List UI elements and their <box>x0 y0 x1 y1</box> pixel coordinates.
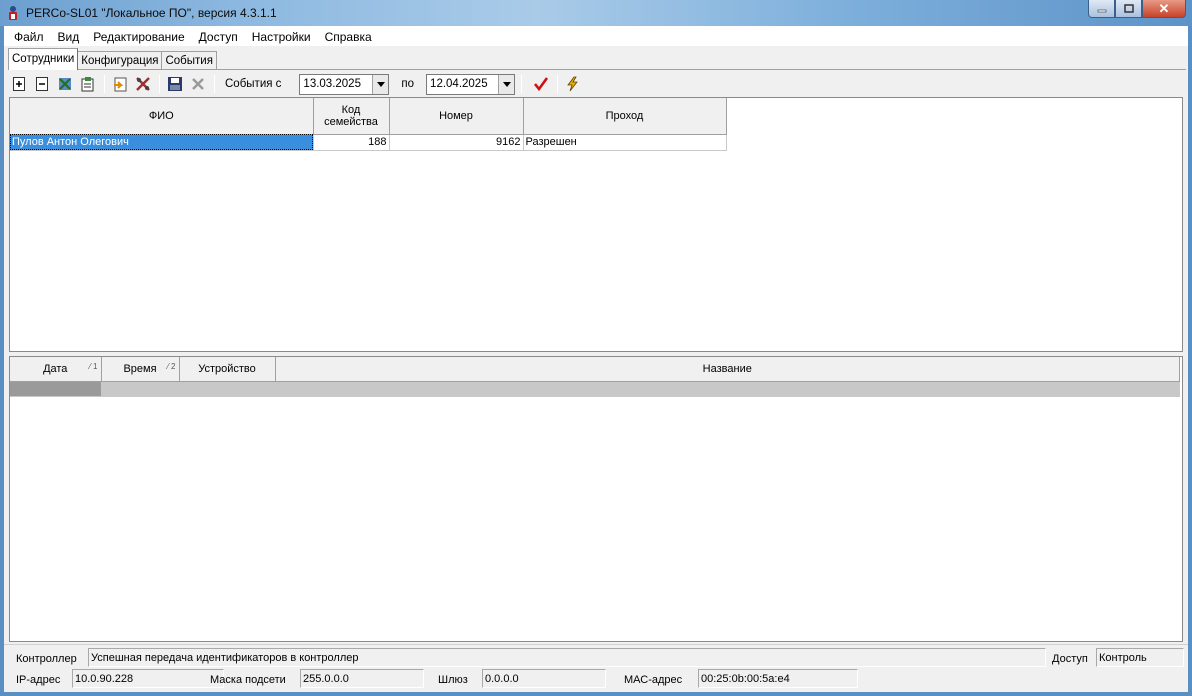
toolbar-separator <box>104 75 105 93</box>
cell-family-code[interactable]: 188 <box>313 134 390 151</box>
delete-records-icon <box>58 78 71 90</box>
controller-message: Успешная передача идентификаторов в конт… <box>88 648 1046 667</box>
cell-number[interactable]: 9162 <box>389 134 524 151</box>
sort-indicator-2: ⁄ 2 <box>167 362 176 371</box>
remove-icon <box>35 77 48 91</box>
menu-settings[interactable]: Настройки <box>245 26 318 46</box>
column-header-fio[interactable]: ФИО <box>10 98 314 135</box>
tab-employees[interactable]: Сотрудники <box>8 48 79 70</box>
save-to-controller-button[interactable] <box>164 74 185 94</box>
subnet-mask-label: Маска подсети <box>210 674 286 686</box>
column-header-device[interactable]: Устройство <box>179 357 276 382</box>
maximize-icon <box>1123 3 1134 13</box>
to-label: по <box>401 78 415 90</box>
time-header-label: Время <box>123 362 157 375</box>
minimize-icon <box>1097 9 1106 12</box>
tab-divider <box>8 69 1186 70</box>
table-row[interactable] <box>10 381 1180 397</box>
menu-edit[interactable]: Редактирование <box>86 26 191 46</box>
toolbar: События с 13.03.2025 по 12.04.2025 <box>8 72 1184 96</box>
status-bar: Контроллер Успешная передача идентификат… <box>4 644 1188 692</box>
menu-file[interactable]: Файл <box>7 26 51 46</box>
events-from-label: События с <box>225 78 282 90</box>
add-icon <box>12 77 25 91</box>
menu-view[interactable]: Вид <box>51 26 87 46</box>
menu-help[interactable]: Справка <box>318 26 379 46</box>
close-button[interactable]: ✕ <box>1142 0 1186 18</box>
cell-date[interactable] <box>10 381 102 397</box>
column-header-name[interactable]: Название <box>275 357 1180 382</box>
apply-filter-button[interactable] <box>530 74 551 94</box>
dropdown-arrow-icon[interactable] <box>372 74 389 94</box>
date-to-picker[interactable]: 12.04.2025 <box>426 73 516 95</box>
cell-time[interactable] <box>101 381 180 397</box>
dropdown-arrow-icon[interactable] <box>498 74 515 94</box>
cell-name[interactable] <box>275 381 1180 397</box>
date-from-value: 13.03.2025 <box>303 77 361 90</box>
tab-strip: Сотрудники Конфигурация События <box>8 48 217 70</box>
ip-label: IP-адрес <box>16 674 61 686</box>
employees-table: ФИО Код семейства Номер Проход Пулов Ант… <box>10 98 727 151</box>
menu-access[interactable]: Доступ <box>192 26 245 46</box>
toolbar-separator <box>214 75 215 93</box>
date-from-picker[interactable]: 13.03.2025 <box>299 73 390 95</box>
sort-indicator-1: ⁄ 1 <box>89 362 98 371</box>
toolbar-separator <box>159 75 160 93</box>
controller-label: Контроллер <box>16 653 77 665</box>
maximize-button[interactable] <box>1115 0 1142 18</box>
access-label: Доступ <box>1052 653 1088 665</box>
window-title: PERCo-SL01 "Локальное ПО", версия 4.3.1.… <box>26 6 277 20</box>
tools-button[interactable] <box>132 74 153 94</box>
ip-value: 10.0.90.228 <box>72 669 224 688</box>
close-icon: ✕ <box>1158 0 1170 16</box>
column-header-pass[interactable]: Проход <box>523 98 727 135</box>
column-header-time[interactable]: Время ⁄ 2 <box>101 357 180 382</box>
column-header-family-code[interactable]: Код семейства <box>313 98 390 135</box>
cell-device[interactable] <box>179 381 276 397</box>
edit-card-button[interactable] <box>77 74 98 94</box>
checkmark-icon <box>533 77 548 92</box>
toolbar-separator <box>557 75 559 93</box>
main-window: Файл Вид Редактирование Доступ Настройки… <box>4 26 1188 692</box>
tab-configuration[interactable]: Конфигурация <box>77 51 163 70</box>
toolbar-separator <box>521 75 523 93</box>
mac-label: МАС-адрес <box>624 674 683 686</box>
employees-panel: ФИО Код семейства Номер Проход Пулов Ант… <box>9 97 1183 352</box>
table-row[interactable]: Пулов Антон Олегович 188 9162 Разрешен <box>10 134 727 151</box>
date-header-label: Дата <box>43 362 68 375</box>
cell-fio[interactable]: Пулов Антон Олегович <box>10 134 314 151</box>
events-table: Дата ⁄ 1 Время ⁄ 2 Устройство Название <box>10 357 1180 397</box>
cell-pass[interactable]: Разрешен <box>523 134 727 151</box>
mac-value: 00:25:0b:00:5a:e4 <box>698 669 858 688</box>
cancel-x-icon <box>191 78 204 90</box>
access-value: Контроль <box>1096 648 1184 667</box>
floppy-icon <box>167 77 182 91</box>
family-code-header-line2: семейства <box>324 115 378 128</box>
import-icon <box>113 77 126 92</box>
edit-card-icon <box>81 77 93 92</box>
date-to-value: 12.04.2025 <box>430 77 488 90</box>
cancel-button[interactable] <box>187 74 208 94</box>
import-button[interactable] <box>109 74 130 94</box>
minimize-button[interactable] <box>1088 0 1115 18</box>
family-code-header-line1: Код <box>341 103 361 116</box>
column-header-number[interactable]: Номер <box>389 98 524 135</box>
delete-records-button[interactable] <box>54 74 75 94</box>
remove-employee-button[interactable] <box>31 74 52 94</box>
subnet-mask-value: 255.0.0.0 <box>300 669 424 688</box>
menu-bar: Файл Вид Редактирование Доступ Настройки… <box>4 26 1188 46</box>
add-employee-button[interactable] <box>8 74 29 94</box>
tools-icon <box>135 77 150 91</box>
tab-events[interactable]: События <box>161 51 217 70</box>
events-panel: Дата ⁄ 1 Время ⁄ 2 Устройство Название <box>9 356 1183 642</box>
title-bar: PERCo-SL01 "Локальное ПО", версия 4.3.1.… <box>0 0 1192 26</box>
gateway-label: Шлюз <box>438 674 468 686</box>
gateway-value: 0.0.0.0 <box>482 669 606 688</box>
column-header-date[interactable]: Дата ⁄ 1 <box>10 357 102 382</box>
lightning-icon <box>566 76 578 92</box>
refresh-events-button[interactable] <box>562 74 583 94</box>
perco-app-icon <box>6 5 20 21</box>
